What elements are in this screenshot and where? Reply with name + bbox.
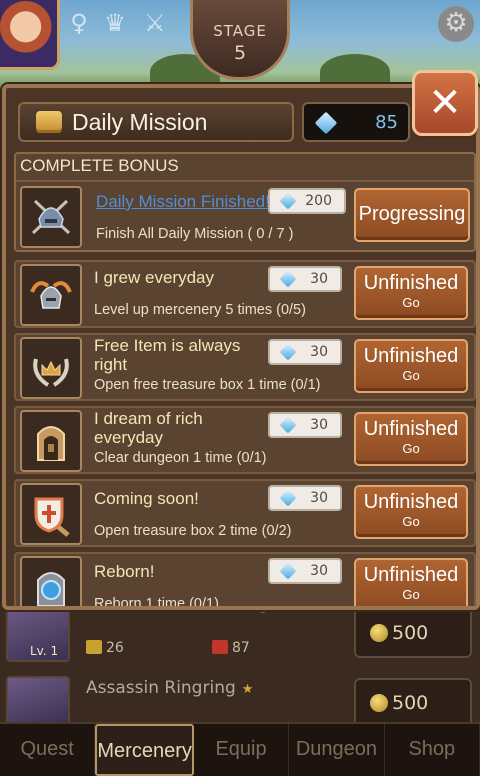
medal-icon[interactable]: ♀ (64, 8, 94, 38)
mission-name: Coming soon! (94, 489, 199, 508)
mission-row: I dream of rich everyday 30 Clear dungeo… (14, 406, 476, 474)
mission-desc: Clear dungeon 1 time (0/1) (94, 450, 267, 466)
reward-badge: 30 (268, 339, 342, 365)
tab-dungeon[interactable]: Dungeon (289, 724, 385, 776)
merc-portrait: Lv. 1 (6, 606, 70, 662)
unfinished-go-button[interactable]: Unfinished Go (354, 485, 468, 539)
bottom-tab-bar: Quest Mercenery Equip Dungeon Shop (0, 722, 480, 776)
close-button[interactable]: ✕ (412, 70, 478, 136)
unfinished-go-button[interactable]: Unfinished Go (354, 412, 468, 466)
gem-icon (279, 562, 297, 580)
mission-row: Coming soon! 30 Open treasure box 2 time… (14, 479, 476, 547)
gem-icon (279, 343, 297, 361)
star-icon: ★ (241, 682, 254, 697)
sword-icon (86, 640, 102, 654)
bonus-desc: Finish All Daily Mission ( 0 / 7 ) (96, 226, 294, 242)
unfinished-go-button[interactable]: Unfinished Go (354, 339, 468, 393)
gem-icon (279, 489, 297, 507)
tab-mercenery[interactable]: Mercenery (95, 724, 194, 776)
progressing-button[interactable]: Progressing (354, 188, 470, 242)
merc-cost-button[interactable]: 500 (354, 608, 472, 658)
mission-desc: Reborn 1 time (0/1) (94, 596, 219, 610)
daily-mission-panel: Daily Mission 85 COMPLETE BONUS Daily Mi… (2, 84, 480, 610)
reward-badge: 30 (268, 412, 342, 438)
gear-icon[interactable]: ⚙ (438, 6, 474, 42)
mission-desc: Open treasure box 2 time (0/2) (94, 523, 292, 539)
merc-level: Lv. 1 (30, 644, 59, 658)
mission-row: Free Item is always right 30 Open free t… (14, 333, 476, 401)
bonus-name: Daily Mission Finished! (96, 192, 270, 211)
reward-badge: 200 (268, 188, 346, 214)
player-avatar[interactable] (0, 0, 60, 70)
heart-icon (212, 640, 228, 654)
mission-row: Reborn! 30 Reborn 1 time (0/1) Unfinishe… (14, 552, 476, 610)
stage-number: 5 (233, 42, 247, 64)
mission-desc: Open free treasure box 1 time (0/1) (94, 377, 321, 393)
coin-icon (370, 624, 388, 642)
mercenary-list: Lv. 1 Crossbow Striker Hugi 26 87 500 As… (0, 594, 480, 728)
merc-attack: 26 (86, 640, 124, 656)
tab-quest[interactable]: Quest (0, 724, 96, 776)
merc-portrait (6, 676, 70, 726)
dungeon-door-icon (20, 410, 82, 472)
complete-bonus-section: COMPLETE BONUS Daily Mission Finished! 2… (14, 152, 476, 252)
helmet-swords-icon (20, 186, 82, 248)
mission-row: I grew everyday 30 Level up mercenery 5 … (14, 260, 476, 328)
unfinished-go-button[interactable]: Unfinished Go (354, 266, 468, 320)
merc-hp: 87 (212, 640, 250, 656)
coin-icon (370, 694, 388, 712)
game-hud: ♀ ♛ ⚔ STAGE 5 ⚙ (0, 0, 480, 90)
crossed-swords-icon[interactable]: ⚔ (140, 8, 170, 38)
tab-shop[interactable]: Shop (385, 724, 480, 776)
crown-laurel-icon (20, 337, 82, 399)
gem-count: 85 (375, 112, 398, 133)
mission-name: I grew everyday (94, 268, 214, 287)
reward-badge: 30 (268, 485, 342, 511)
mission-desc: Level up mercenery 5 times (0/5) (94, 302, 306, 318)
gem-balance: 85 (302, 102, 410, 142)
helmet-icon (20, 264, 82, 326)
unfinished-go-button[interactable]: Unfinished Go (354, 558, 468, 606)
tab-equip[interactable]: Equip (194, 724, 290, 776)
reward-badge: 30 (268, 266, 342, 292)
panel-header: Daily Mission (18, 102, 294, 142)
mission-name: I dream of rich everyday (94, 409, 203, 447)
gem-icon (279, 270, 297, 288)
stage-label: STAGE (213, 22, 267, 40)
gem-icon (279, 192, 297, 210)
divider (16, 180, 474, 182)
scroll-icon (36, 111, 62, 133)
mission-name: Free Item is always right (94, 336, 241, 374)
gem-icon (314, 111, 338, 135)
bonus-header: COMPLETE BONUS (20, 156, 179, 175)
crown-icon[interactable]: ♛ (100, 8, 130, 38)
shield-mirror-icon (20, 483, 82, 545)
reward-badge: 30 (268, 558, 342, 584)
merc-name: Assassin Ringring ★ (86, 678, 254, 698)
panel-title: Daily Mission (72, 109, 208, 135)
mission-name: Reborn! (94, 562, 155, 581)
gem-icon (279, 416, 297, 434)
portal-icon (20, 556, 82, 606)
merc-cost-button[interactable]: 500 (354, 678, 472, 728)
